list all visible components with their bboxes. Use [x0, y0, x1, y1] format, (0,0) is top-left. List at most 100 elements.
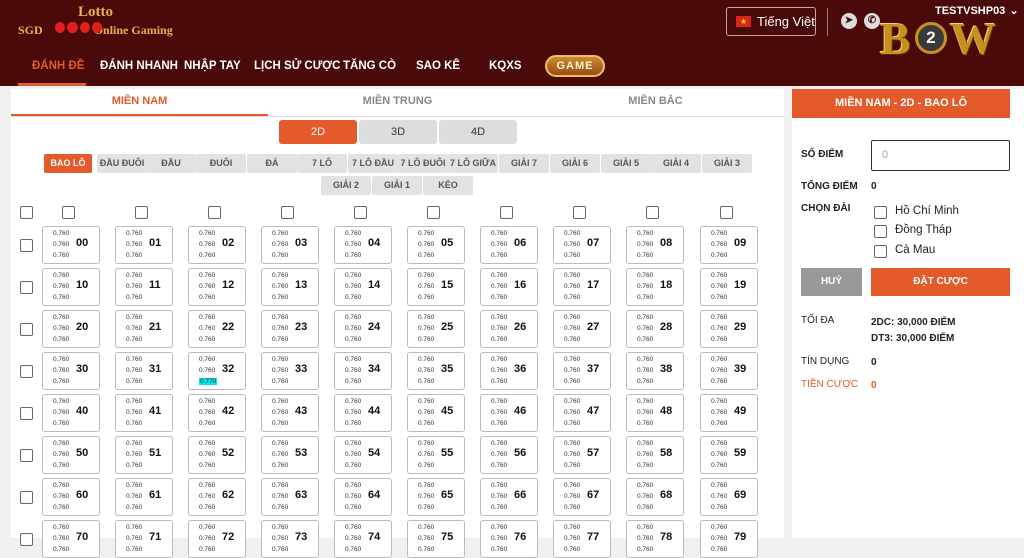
number-cell[interactable]: 0.760 0.760 0.760 78 [626, 520, 684, 558]
number-cell[interactable]: 0.760 0.760 0.760 04 [334, 226, 392, 264]
column-select-checkbox[interactable] [427, 206, 440, 219]
number-cell[interactable]: 0.760 0.760 0.760 36 [480, 352, 538, 390]
telegram-icon[interactable]: ➤ [841, 13, 857, 29]
number-cell[interactable]: 0.760 0.760 0.760 52 [188, 436, 246, 474]
bet-type-button[interactable]: GIẢI 7 [499, 154, 549, 173]
number-cell[interactable]: 0.760 0.760 0.760 59 [700, 436, 758, 474]
column-select-checkbox[interactable] [646, 206, 659, 219]
row-select-checkbox[interactable] [20, 281, 33, 294]
row-select-checkbox[interactable] [20, 449, 33, 462]
row-select-checkbox[interactable] [20, 323, 33, 336]
bet-type-button[interactable]: GIẢI 4 [651, 154, 701, 173]
language-selector[interactable]: Tiếng Việt [726, 7, 816, 36]
number-cell[interactable]: 0.760 0.760 0.760 28 [626, 310, 684, 348]
bet-type-button[interactable]: BAO LÔ [44, 154, 92, 173]
number-cell[interactable]: 0.760 0.760 0.760 64 [334, 478, 392, 516]
number-cell[interactable]: 0.760 0.760 0.760 61 [115, 478, 173, 516]
dai-dong-thap[interactable]: Đồng Tháp [874, 224, 952, 238]
bet-type-button[interactable]: GIẢI 3 [702, 154, 752, 173]
checkbox[interactable] [874, 206, 887, 219]
number-cell[interactable]: 0.760 0.760 0.760 43 [261, 394, 319, 432]
logo[interactable]: Lotto SGD Online Gaming [18, 2, 178, 42]
so-diem-input[interactable]: 0 [871, 140, 1010, 171]
number-cell[interactable]: 0.760 0.760 0.760 35 [407, 352, 465, 390]
nav-tang-co[interactable]: TĂNG CÒ [343, 60, 396, 72]
number-cell[interactable]: 0.760 0.760 0.760 29 [700, 310, 758, 348]
number-cell[interactable]: 0.760 0.760 0.760 53 [261, 436, 319, 474]
tab-mien-bac[interactable]: MIỀN BẮC [527, 89, 784, 117]
column-select-checkbox[interactable] [62, 206, 75, 219]
number-cell[interactable]: 0.760 0.760 0.760 44 [334, 394, 392, 432]
number-cell[interactable]: 0.760 0.760 0.760 10 [42, 268, 100, 306]
number-cell[interactable]: 0.760 0.760 0.760 12 [188, 268, 246, 306]
number-cell[interactable]: 0.760 0.760 0.760 57 [553, 436, 611, 474]
bet-type-button[interactable]: ĐẦU [146, 154, 196, 173]
number-cell[interactable]: 0.760 0.760 0.760 60 [42, 478, 100, 516]
number-cell[interactable]: 0.760 0.760 0.760 42 [188, 394, 246, 432]
number-cell[interactable]: 0.760 0.760 0.760 18 [626, 268, 684, 306]
number-cell[interactable]: 0.760 0.760 0.760 76 [480, 520, 538, 558]
number-cell[interactable]: 0.760 0.760 0.760 31 [115, 352, 173, 390]
viber-icon[interactable]: ✆ [864, 13, 880, 29]
dai-ca-mau[interactable]: Cà Mau [874, 244, 935, 258]
bet-type-button[interactable]: GIẢI 6 [550, 154, 600, 173]
number-cell[interactable]: 0.760 0.760 0.760 03 [261, 226, 319, 264]
bet-type-button[interactable]: GIẢI 1 [372, 176, 422, 195]
checkbox[interactable] [874, 245, 887, 258]
column-select-checkbox[interactable] [135, 206, 148, 219]
row-select-checkbox[interactable] [20, 533, 33, 546]
bet-type-button[interactable]: ĐUÔI [196, 154, 246, 173]
number-cell[interactable]: 0.760 0.760 0.760 74 [334, 520, 392, 558]
tab-2d[interactable]: 2D [279, 120, 357, 144]
number-cell[interactable]: 0.760 0.760 0.760 50 [42, 436, 100, 474]
number-cell[interactable]: 0.760 0.760 0.760 55 [407, 436, 465, 474]
number-cell[interactable]: 0.760 0.760 0.760 08 [626, 226, 684, 264]
row-select-checkbox[interactable] [20, 239, 33, 252]
number-cell[interactable]: 0.760 0.760 0.760 41 [115, 394, 173, 432]
bet-type-button[interactable]: 7 LÔ [297, 154, 347, 173]
bet-type-button[interactable]: KÉO [423, 176, 473, 195]
number-cell[interactable]: 0.760 0.760 0.760 67 [553, 478, 611, 516]
row-select-checkbox[interactable] [20, 365, 33, 378]
number-cell[interactable]: 0.760 0.760 0.760 72 [188, 520, 246, 558]
number-cell[interactable]: 0.760 0.760 0.760 27 [553, 310, 611, 348]
number-cell[interactable]: 0.760 0.760 0.760 71 [115, 520, 173, 558]
place-bet-button[interactable]: ĐẶT CƯỢC [871, 268, 1010, 296]
number-cell[interactable]: 0.760 0.760 0.760 37 [553, 352, 611, 390]
nav-lich-su-cuoc[interactable]: LỊCH SỬ CƯỢC [254, 60, 340, 72]
number-cell[interactable]: 0.760 0.760 0.760 09 [700, 226, 758, 264]
nav-sao-ke[interactable]: SAO KÊ [416, 60, 460, 72]
number-cell[interactable]: 0.760 0.760 0.760 40 [42, 394, 100, 432]
number-cell[interactable]: 0.760 0.760 0.760 48 [626, 394, 684, 432]
tab-4d[interactable]: 4D [439, 120, 517, 144]
number-cell[interactable]: 0.760 0.760 0.760 02 [188, 226, 246, 264]
nav-nhap-tay[interactable]: NHẬP TAY [184, 60, 241, 72]
tab-mien-trung[interactable]: MIỀN TRUNG [269, 89, 526, 117]
number-cell[interactable]: 0.760 0.760 0.760 63 [261, 478, 319, 516]
number-cell[interactable]: 0.760 0.760 0.760 21 [115, 310, 173, 348]
bet-type-button[interactable]: GIẢI 2 [321, 176, 371, 195]
number-cell[interactable]: 0.760 0.760 0.760 19 [700, 268, 758, 306]
column-select-checkbox[interactable] [354, 206, 367, 219]
number-cell[interactable]: 0.760 0.760 0.760 14 [334, 268, 392, 306]
number-cell[interactable]: 0.760 0.760 0.760 38 [626, 352, 684, 390]
tab-3d[interactable]: 3D [359, 120, 437, 144]
bet-type-button[interactable]: 7 LÔ ĐUÔI [398, 154, 448, 173]
column-select-checkbox[interactable] [500, 206, 513, 219]
bet-type-button[interactable]: 7 LÔ ĐẦU [348, 154, 398, 173]
select-all-checkbox[interactable] [20, 206, 33, 219]
number-cell[interactable]: 0.760 0.760 0.760 49 [700, 394, 758, 432]
checkbox[interactable] [874, 225, 887, 238]
column-select-checkbox[interactable] [281, 206, 294, 219]
number-cell[interactable]: 0.760 0.760 0.760 24 [334, 310, 392, 348]
number-cell[interactable]: 0.760 0.760 0.760 75 [407, 520, 465, 558]
user-menu[interactable]: TESTVSHP03 ⌄ [935, 4, 1019, 17]
number-cell[interactable]: 0.760 0.760 0.760 73 [261, 520, 319, 558]
column-select-checkbox[interactable] [573, 206, 586, 219]
cancel-button[interactable]: HUỶ [801, 268, 862, 296]
number-cell[interactable]: 0.760 0.760 0.760 23 [261, 310, 319, 348]
number-cell[interactable]: 0.760 0.760 0.760 00 [42, 226, 100, 264]
number-cell[interactable]: 0.760 0.760 0.760 62 [188, 478, 246, 516]
number-cell[interactable]: 0.760 0.760 0.760 68 [626, 478, 684, 516]
number-cell[interactable]: 0.760 0.760 0.760 15 [407, 268, 465, 306]
